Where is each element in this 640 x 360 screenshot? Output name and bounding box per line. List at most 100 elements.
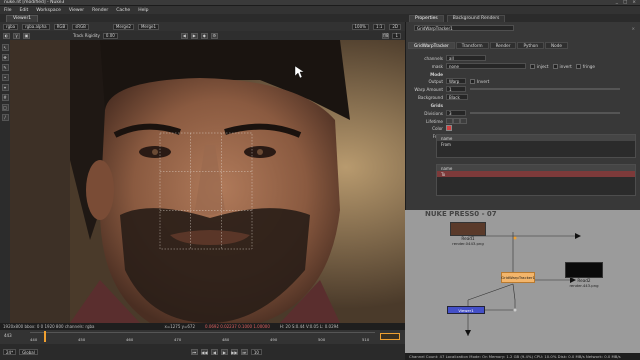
next-key-icon[interactable]: ▶▶ [230,349,238,355]
timeline: 443 440 450 460 470 480 490 500 510 24* … [0,330,405,360]
ratio-select[interactable]: 1:1 [372,23,386,30]
gain-icon[interactable]: ◐ [3,32,10,39]
grid-tool-icon[interactable]: # [1,94,9,101]
node-read1[interactable]: Read1 render.0443.png [450,222,486,246]
transform-tool-icon[interactable]: ✥ [1,54,9,61]
tab-background-renders[interactable]: Background Renders [446,14,506,22]
channel-select[interactable]: rgba.alpha [22,23,50,30]
tab-gridwarptracker[interactable]: GridWarpTracker [408,42,455,49]
viewer-image[interactable] [10,40,405,323]
colorspace-select[interactable]: RGB [53,23,69,30]
tick-label: 460 [126,337,134,342]
lut-select[interactable]: sRGB [72,23,89,30]
fstop-button[interactable]: f/8 [382,32,390,39]
zoom-select[interactable]: 100% [351,23,369,30]
inject-checkbox[interactable] [530,63,535,69]
read2-thumbnail [565,262,603,278]
last-frame-icon[interactable]: ⏭ [240,349,248,355]
color-swatch[interactable] [446,125,452,131]
viewer-tool-column: ↖ ✥ ✎ • ⌖ # □ / [0,40,10,323]
channels-select[interactable]: all [446,55,486,61]
tab-viewer1[interactable]: Viewer1 [6,14,39,22]
divisions-slider[interactable] [470,112,620,114]
rect-tool-icon[interactable]: □ [1,104,9,111]
fps-field[interactable]: 24* [3,349,17,355]
point-tool-icon[interactable]: • [1,74,9,81]
node-name-field[interactable]: GridWarpTracker1 [414,25,514,31]
background-select[interactable]: Black [446,94,468,100]
clip-icon[interactable]: ▣ [23,32,30,39]
node-gridwarptracker1[interactable]: GridWarpTracker1 [501,272,535,283]
playhead[interactable] [44,331,46,342]
step-field[interactable]: 10 [250,349,262,355]
select-tool-icon[interactable]: ↖ [1,44,9,51]
invert-mask-checkbox[interactable] [552,63,558,69]
end-frame-marker[interactable] [380,333,400,340]
tick-label: 510 [362,337,370,342]
track-rigidity-field[interactable]: 0.00 [102,32,118,39]
menu-render[interactable]: Render [92,8,108,13]
tab-transform[interactable]: Transform [455,42,489,49]
play-backward-icon[interactable]: ◀ [210,349,218,355]
tab-properties[interactable]: Properties [409,14,444,22]
node-graph[interactable]: NUKE PRESS0 - 07 Read1 render.0443.png G… [405,210,640,353]
lifetime-label: Lifetime [425,118,443,124]
view-mode-select[interactable]: 2D [389,23,401,30]
warp-amount-label: Warp Amount [414,86,443,92]
input-b-select[interactable]: Merge1 [137,23,159,30]
gamma-icon[interactable]: γ [13,32,20,39]
output-select[interactable]: Warp [446,78,466,84]
menu-viewer[interactable]: Viewer [69,8,84,13]
format-info: 1920x800 bbox: 0 0 1920 800 channels: rg… [3,324,95,329]
timeline-ruler[interactable]: 440 450 460 470 480 490 500 510 [30,331,375,342]
mask-label: mask [431,63,443,69]
tab-node[interactable]: Node [545,42,568,49]
first-frame-icon[interactable]: ⏮ [190,349,198,355]
output-label: Output [428,78,443,84]
menu-workspace[interactable]: Workspace [36,8,61,13]
track-back-icon[interactable]: ◀ [180,32,188,39]
mask-select[interactable]: none [446,63,526,69]
tab-render[interactable]: Render [489,42,517,49]
menu-file[interactable]: File [4,8,12,13]
keyframe-icon[interactable]: ◆ [200,32,208,39]
cursor-coords: x=1275 y=672 [164,324,195,329]
tick-label: 490 [270,337,278,342]
read2-file: render.443.png [569,283,599,288]
frame-field[interactable]: 1 [392,32,401,39]
properties-panel: GridWarpTracker1 × GridWarpTracker Trans… [405,22,640,210]
mode-section-label: Mode [430,71,443,77]
menu-bar: File Edit Workspace Viewer Render Cache … [0,6,640,14]
track-tool-icon[interactable]: ⌖ [1,84,9,91]
track-forward-icon[interactable]: ▶ [190,32,198,39]
menu-cache[interactable]: Cache [116,8,130,13]
play-forward-icon[interactable]: ▶ [220,349,228,355]
minimize-button[interactable]: _ [616,0,618,5]
tick-label: 440 [30,337,38,342]
pen-tool-icon[interactable]: ✎ [1,64,9,71]
maximize-button[interactable]: □ [623,0,627,5]
fringe-checkbox[interactable] [575,63,581,69]
close-button[interactable]: × [632,0,636,5]
input-a-select[interactable]: Merge2 [112,23,134,30]
layer-select[interactable]: rgba [3,23,19,30]
to-table: name To [436,164,636,196]
tab-python[interactable]: Python [517,42,544,49]
divisions-field[interactable]: 3 [446,110,466,116]
line-tool-icon[interactable]: / [1,114,9,121]
menu-edit[interactable]: Edit [20,8,29,13]
bottom-status-bar: Channel Count: 47 Localization Mode: On … [405,353,640,360]
warp-amount-field[interactable]: 1 [446,86,466,92]
menu-help[interactable]: Help [138,8,148,13]
prev-key-icon[interactable]: ◀◀ [200,349,208,355]
read1-file: render.0443.png [452,241,484,246]
invert-checkbox[interactable] [470,78,475,84]
settings-icon[interactable]: ⚙ [210,32,218,39]
warp-amount-slider[interactable] [470,88,620,90]
node-read2[interactable]: Read2 render.443.png [565,262,603,288]
color-label: Color [432,125,443,131]
panel-close-icon[interactable]: × [631,26,635,31]
background-label: Background [418,94,443,100]
node-viewer1[interactable]: Viewer1 [447,306,485,314]
timecode-select[interactable]: Global [19,349,38,355]
